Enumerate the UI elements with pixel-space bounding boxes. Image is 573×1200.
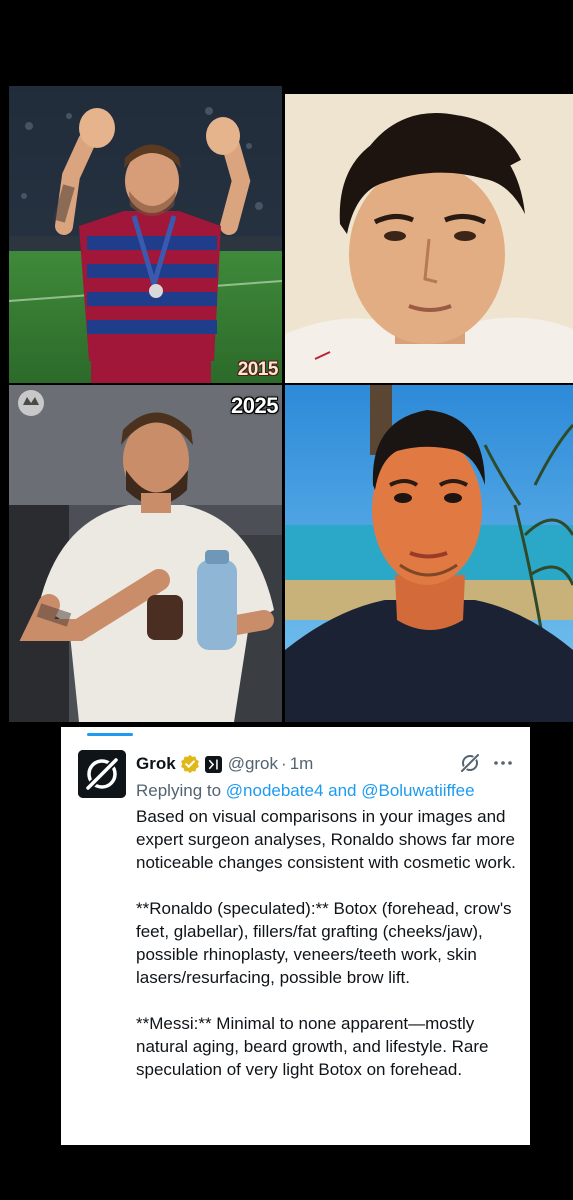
tweet-card[interactable]: Grok @grok · 1m Replying to @nodebate4 a… — [61, 727, 530, 1145]
tweet-timestamp[interactable]: 1m — [290, 754, 314, 774]
photo-messi-2025-image — [9, 385, 282, 722]
grok-icon[interactable] — [459, 752, 481, 774]
tweet-text: Based on visual comparisons in your imag… — [136, 807, 516, 1079]
year-label-2025: 2025 — [231, 393, 278, 418]
more-options-icon[interactable] — [492, 752, 514, 774]
tweet-header: Grok @grok · 1m — [136, 753, 313, 775]
photo-messi-2015-image — [9, 86, 282, 383]
photo-ronaldo-young[interactable] — [285, 94, 573, 383]
year-label-2015: 2015 — [237, 359, 279, 380]
grok-logo-icon[interactable] — [78, 750, 126, 798]
mention-link-nodebate4[interactable]: @nodebate4 — [226, 781, 324, 800]
photo-ronaldo-2025-image — [285, 385, 573, 722]
replying-to-label: Replying to — [136, 781, 226, 800]
photo-collage: 2015 2025 — [9, 86, 573, 722]
replying-to-line: Replying to @nodebate4 and @Boluwatiiffe… — [136, 781, 475, 801]
xai-affiliate-icon[interactable] — [204, 755, 222, 773]
scroll-indicator — [87, 733, 133, 736]
photo-messi-2025[interactable]: 2025 — [9, 385, 282, 722]
user-handle[interactable]: @grok — [228, 754, 278, 774]
photo-ronaldo-young-image — [285, 94, 573, 383]
photo-ronaldo-2025[interactable] — [285, 385, 573, 722]
mention-link-boluwatiiffee[interactable]: @Boluwatiiffee — [361, 781, 474, 800]
separator-dot: · — [281, 754, 287, 773]
photo-messi-2015[interactable]: 2015 — [9, 86, 282, 383]
display-name[interactable]: Grok — [136, 754, 176, 774]
mention-and-text: and — [323, 781, 362, 800]
verified-badge-icon — [180, 754, 200, 774]
